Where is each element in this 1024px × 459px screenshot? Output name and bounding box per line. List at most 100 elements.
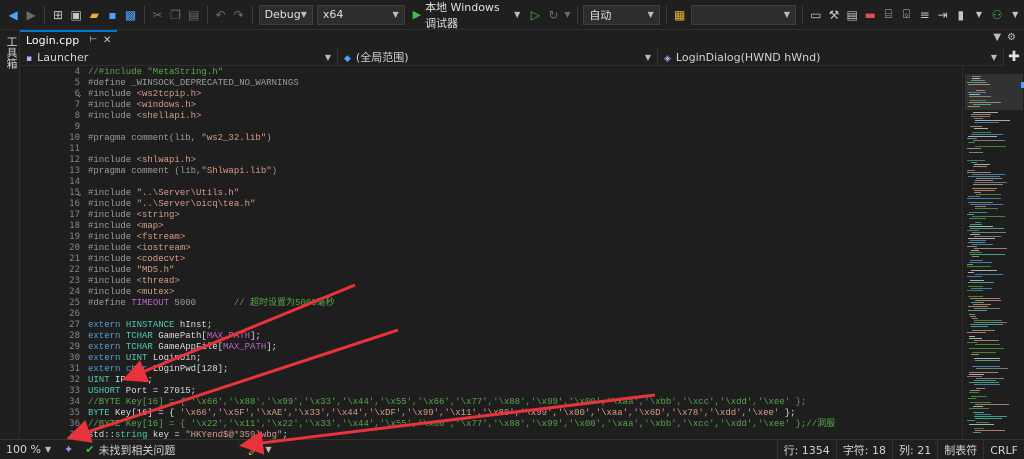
code-line[interactable]: #include <mutex> [88, 287, 174, 298]
wrench-icon[interactable]: ⚒ [826, 5, 842, 25]
format-icon[interactable]: ≡ [917, 5, 933, 25]
code-line[interactable]: std::string key = "HKYend$@*359lwbg"; [88, 430, 288, 439]
fold-toggle-icon[interactable]: ⌄ [76, 89, 83, 100]
solution-configuration-dropdown[interactable]: Debug ▼ [258, 4, 313, 25]
start-debugging-button[interactable]: ▶ 本地 Windows 调试器 ▼ [409, 1, 525, 30]
minimap-scrollbar[interactable] [962, 66, 1024, 439]
indent-icon[interactable]: ⇥ [935, 5, 951, 25]
paste-icon[interactable]: ▤ [186, 5, 202, 25]
code-cleanup-button[interactable]: 🖌 ▼ [241, 440, 277, 459]
code-token: "Shlwapi.lib" [201, 166, 272, 176]
add-item-icon[interactable]: ▣ [68, 5, 84, 25]
code-line[interactable]: #include "..\Server\oicq\tea.h" [88, 199, 255, 210]
code-line[interactable]: extern char LoginPwd[128]; [88, 364, 228, 375]
code-line[interactable]: #include <shellapi.h> [88, 111, 201, 122]
code-line[interactable]: extern TCHAR GamePath[MAX_PATH]; [88, 331, 261, 342]
scope-dropdown[interactable]: ◆ (全局范围) ▼ [338, 48, 658, 66]
cpp-icon[interactable]: ▭ [808, 5, 824, 25]
solution-platform-dropdown[interactable]: x64 ▼ [316, 4, 405, 25]
code-line[interactable]: #include <thread> [88, 276, 180, 287]
code-line[interactable]: #pragma comment(lib, "ws2_32.lib") [88, 133, 272, 144]
code-line[interactable]: UINT IP = 0; [88, 375, 153, 386]
split-editor-icon[interactable]: ✚ [1004, 48, 1024, 66]
project-dropdown[interactable]: ▪ Launcher ▼ [20, 48, 338, 66]
code-line[interactable]: extern HINSTANCE hInst; [88, 320, 212, 331]
undo-icon[interactable]: ↶ [213, 5, 229, 25]
code-line[interactable]: extern UINT LoginUin; [88, 353, 201, 364]
zoom-dropdown[interactable]: 100 % ▼ [0, 440, 58, 459]
code-line[interactable]: #define _WINSOCK_DEPRECATED_NO_WARNINGS [88, 78, 299, 89]
save-all-icon[interactable]: ▩ [122, 5, 138, 25]
save-icon[interactable]: ▪ [104, 5, 120, 25]
minimap-line [970, 126, 982, 127]
issues-indicator[interactable]: ✔ 未找到相关问题 [79, 440, 181, 459]
code-token: #include [88, 199, 137, 209]
code-line[interactable]: #include <ws2tcpip.h> [88, 89, 201, 100]
line-ending-indicator[interactable]: CRLF [983, 440, 1024, 459]
hot-reload-icon[interactable]: ↻ [545, 5, 561, 25]
chevron-down-icon[interactable]: ▼ [993, 32, 1001, 43]
code-line[interactable]: extern TCHAR GameAppFile[MAX_PATH]; [88, 342, 277, 353]
code-line[interactable]: //BYTE Key[16] = { '\x22','\x11','\x22',… [88, 419, 835, 430]
code-line[interactable]: #include <map> [88, 221, 164, 232]
navigate-forward-icon[interactable]: ▶ [23, 5, 39, 25]
code-line[interactable]: #include <string> [88, 210, 180, 221]
redo-icon[interactable]: ↷ [231, 5, 247, 25]
navigate-back-icon[interactable]: ◀ [5, 5, 21, 25]
tab-login-cpp[interactable]: Login.cpp ⊢ ✕ [20, 30, 118, 48]
uncomment-icon[interactable]: ⌺ [898, 5, 914, 25]
properties-icon[interactable]: ▤ [844, 5, 860, 25]
code-token: char [125, 364, 148, 374]
start-without-debugging-icon[interactable]: ▷ [527, 5, 543, 25]
code-line[interactable]: #include <shlwapi.h> [88, 155, 196, 166]
browse-icon[interactable]: ▦ [672, 5, 688, 25]
options-icon[interactable]: ▼ [971, 5, 987, 25]
code-line[interactable]: USHORT Port = 27015; [88, 386, 196, 397]
close-icon[interactable]: ✕ [103, 35, 111, 46]
char-indicator[interactable]: 字符: 18 [835, 440, 892, 459]
open-folder-icon[interactable]: ▰ [86, 5, 102, 25]
code-editor[interactable]: 4 5 6 ⌄ 7 8 9 10 11 12 13 14 15 ⌄ 16 17 18 19 20 21 22 23 24 25… [20, 66, 962, 439]
code-line[interactable]: #define TIMEOUT 5000 // 超时设置为5000毫秒 [88, 298, 335, 309]
code-line[interactable]: #include <windows.h> [88, 100, 196, 111]
fold-toggle-icon[interactable]: ⌄ [76, 188, 83, 199]
code-line[interactable]: #include <codecvt> [88, 254, 185, 265]
minimap-preview [965, 74, 1024, 433]
live-share-icon[interactable]: ⚇ [989, 5, 1005, 25]
minimap-line [968, 84, 990, 85]
chevron-down-icon[interactable]: ▼ [1007, 5, 1023, 25]
toolbox-icon[interactable]: ▬ [862, 5, 878, 25]
pin-icon[interactable]: ⊢ [89, 35, 97, 45]
comment-icon[interactable]: ⌸ [880, 5, 896, 25]
debug-target-dropdown[interactable]: 自动 ▼ [583, 4, 660, 25]
code-line[interactable]: #include <fstream> [88, 232, 185, 243]
chevron-down-icon[interactable]: ▼ [563, 5, 571, 25]
minimap-line [974, 248, 1007, 249]
code-line[interactable]: #pragma comment (lib,"Shlwapi.lib") [88, 166, 277, 177]
code-line[interactable]: BYTE Key[16] = { '\x66','\x5F','\xAE','\… [88, 408, 796, 419]
minimap-line [970, 234, 980, 235]
cut-icon[interactable]: ✂ [149, 5, 165, 25]
line-number: 20 [69, 243, 80, 253]
new-project-icon[interactable]: ⊞ [50, 5, 66, 25]
copilot-icon[interactable]: ✦ [58, 440, 79, 459]
minimap-line [971, 250, 979, 251]
line-number: 29 [69, 342, 80, 352]
find-combo[interactable]: ▼ [690, 4, 797, 25]
member-dropdown[interactable]: ◈ LoginDialog(HWND hWnd) ▼ [658, 48, 1004, 66]
indentation-indicator[interactable]: 制表符 [937, 440, 983, 459]
code-line[interactable]: #include "MD5.h" [88, 265, 174, 276]
copy-icon[interactable]: ❐ [168, 5, 184, 25]
code-line[interactable]: //BYTE Key[16] = { '\x66','\x88','\x99',… [88, 397, 806, 408]
zoom-value: 100 % [6, 443, 41, 456]
minimap-line [974, 190, 995, 191]
code-line[interactable]: #include <iostream> [88, 243, 191, 254]
code-line[interactable]: #include "..\Server\Utils.h" [88, 188, 239, 199]
minimap-line [968, 238, 995, 239]
code-line[interactable]: //#include "MetaString.h" [88, 67, 223, 78]
settings-icon[interactable]: ⚙ [1007, 32, 1016, 43]
line-indicator[interactable]: 行: 1354 [776, 440, 836, 459]
toolbox-tab[interactable]: 工具箱 [3, 36, 19, 69]
bookmark-icon[interactable]: ▮ [953, 5, 969, 25]
column-indicator[interactable]: 列: 21 [892, 440, 937, 459]
